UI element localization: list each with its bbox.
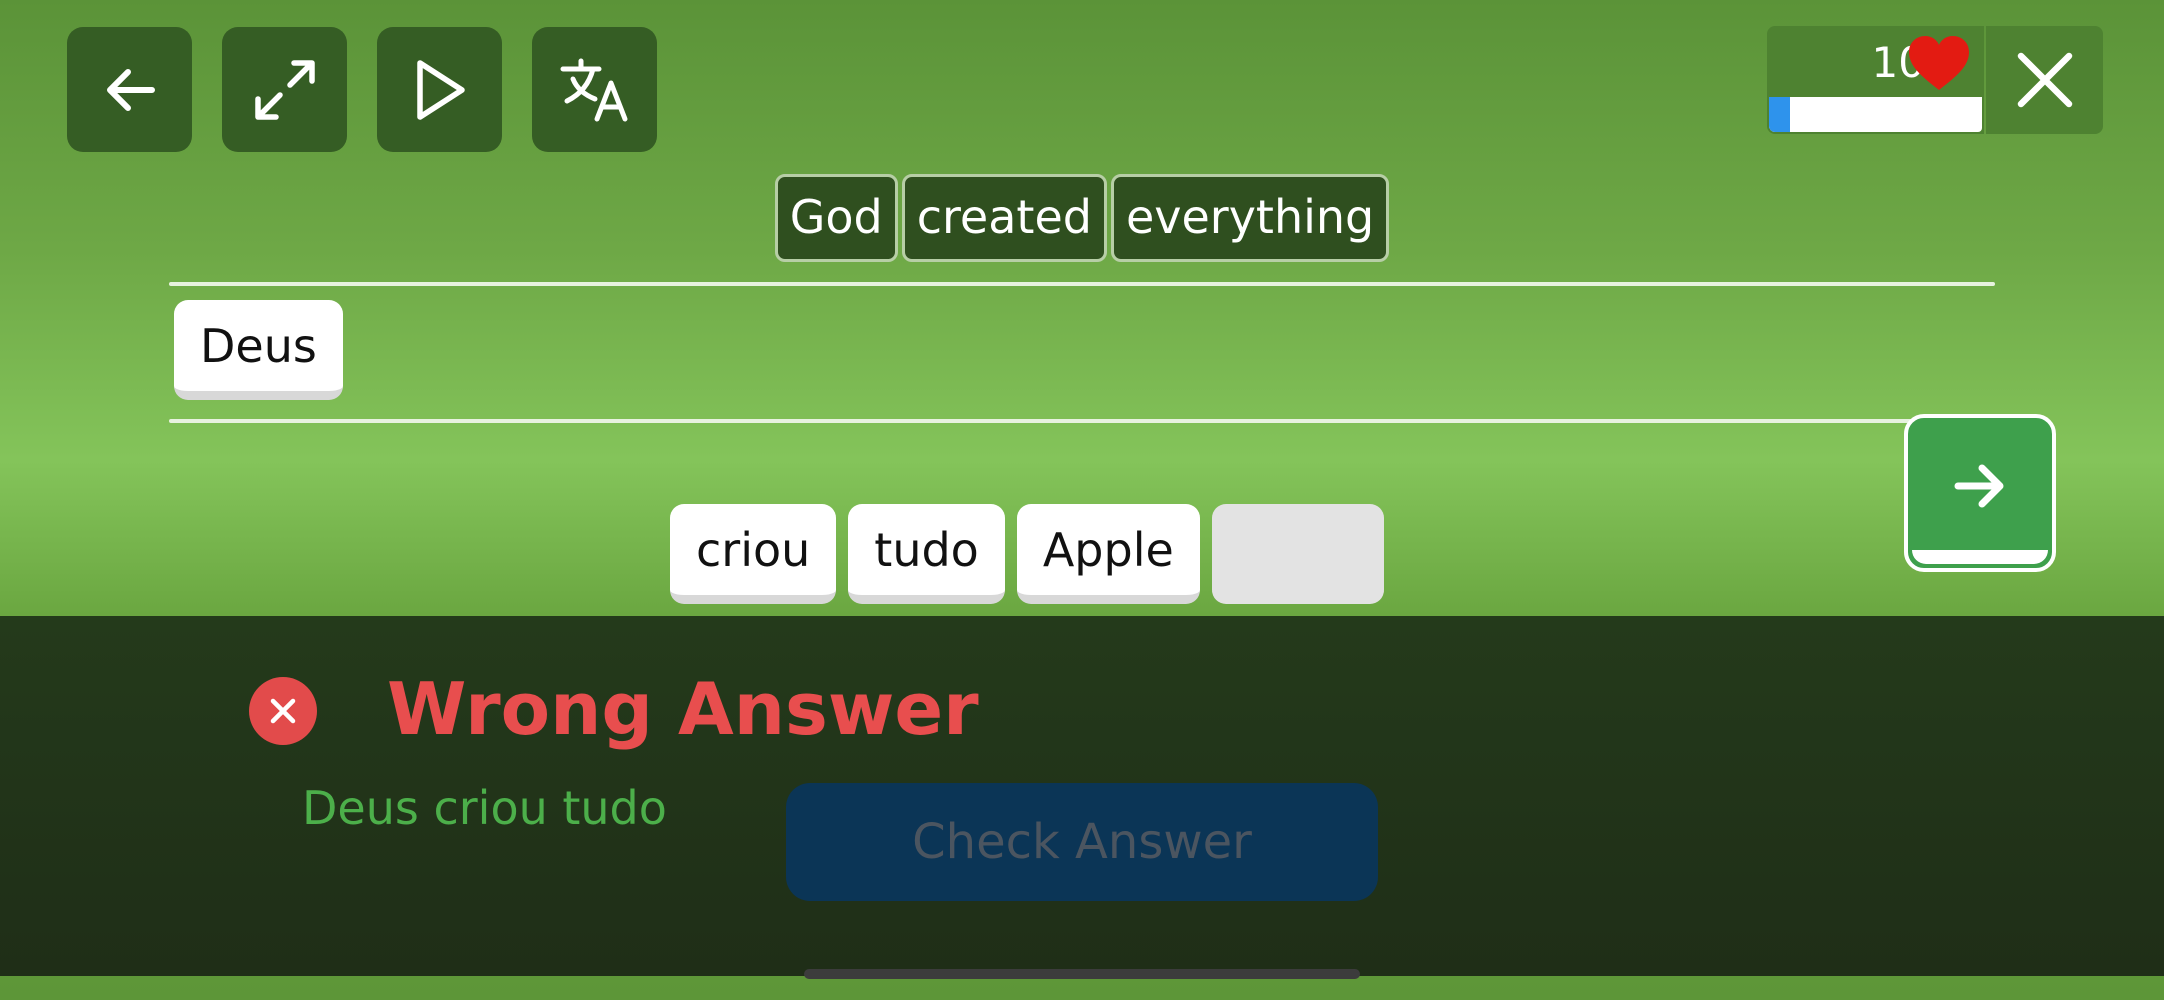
arrow-right-icon xyxy=(1954,464,2004,508)
prompt-word[interactable]: everything xyxy=(1110,174,1390,262)
answer-word-chip[interactable]: Deus xyxy=(174,300,343,400)
answer-area: Deus xyxy=(174,300,343,400)
play-audio-button[interactable] xyxy=(377,27,502,152)
heart-icon xyxy=(1909,36,1969,90)
close-icon xyxy=(2017,52,2072,108)
lesson-screen: 10 God created everything Deus criou tud… xyxy=(0,0,2164,1000)
back-button[interactable] xyxy=(67,27,192,152)
fullscreen-button[interactable] xyxy=(222,27,347,152)
lives-panel: 10 xyxy=(1767,26,1984,134)
word-bank-empty-slot xyxy=(1211,504,1384,604)
lesson-progress-bar xyxy=(1769,97,1982,132)
answer-bottom-divider xyxy=(169,419,1995,423)
next-button[interactable] xyxy=(1904,414,2056,572)
lesson-progress-fill xyxy=(1769,97,1791,132)
translate-icon xyxy=(560,58,627,121)
check-answer-button[interactable]: Check Answer xyxy=(786,783,1378,901)
arrow-left-icon xyxy=(106,68,155,111)
play-icon xyxy=(416,59,465,120)
answer-top-divider xyxy=(169,282,1995,286)
prompt-word[interactable]: created xyxy=(901,174,1107,262)
close-button[interactable] xyxy=(1986,26,2103,134)
word-bank: criou tudo Apple xyxy=(670,504,1384,604)
feedback-panel: Wrong Answer Deus criou tudo Check Answe… xyxy=(0,616,2164,976)
correct-answer-text: Deus criou tudo xyxy=(302,781,667,835)
prompt-sentence: God created everything xyxy=(0,174,2164,262)
word-bank-chip[interactable]: criou xyxy=(670,504,837,604)
expand-icon xyxy=(254,59,315,120)
translate-button[interactable] xyxy=(532,27,657,152)
word-bank-chip[interactable]: tudo xyxy=(848,504,1005,604)
close-circle-icon xyxy=(249,677,317,745)
home-indicator[interactable] xyxy=(804,969,1360,979)
word-bank-chip[interactable]: Apple xyxy=(1016,504,1200,604)
feedback-title: Wrong Answer xyxy=(387,667,979,751)
prompt-word[interactable]: God xyxy=(774,174,898,262)
